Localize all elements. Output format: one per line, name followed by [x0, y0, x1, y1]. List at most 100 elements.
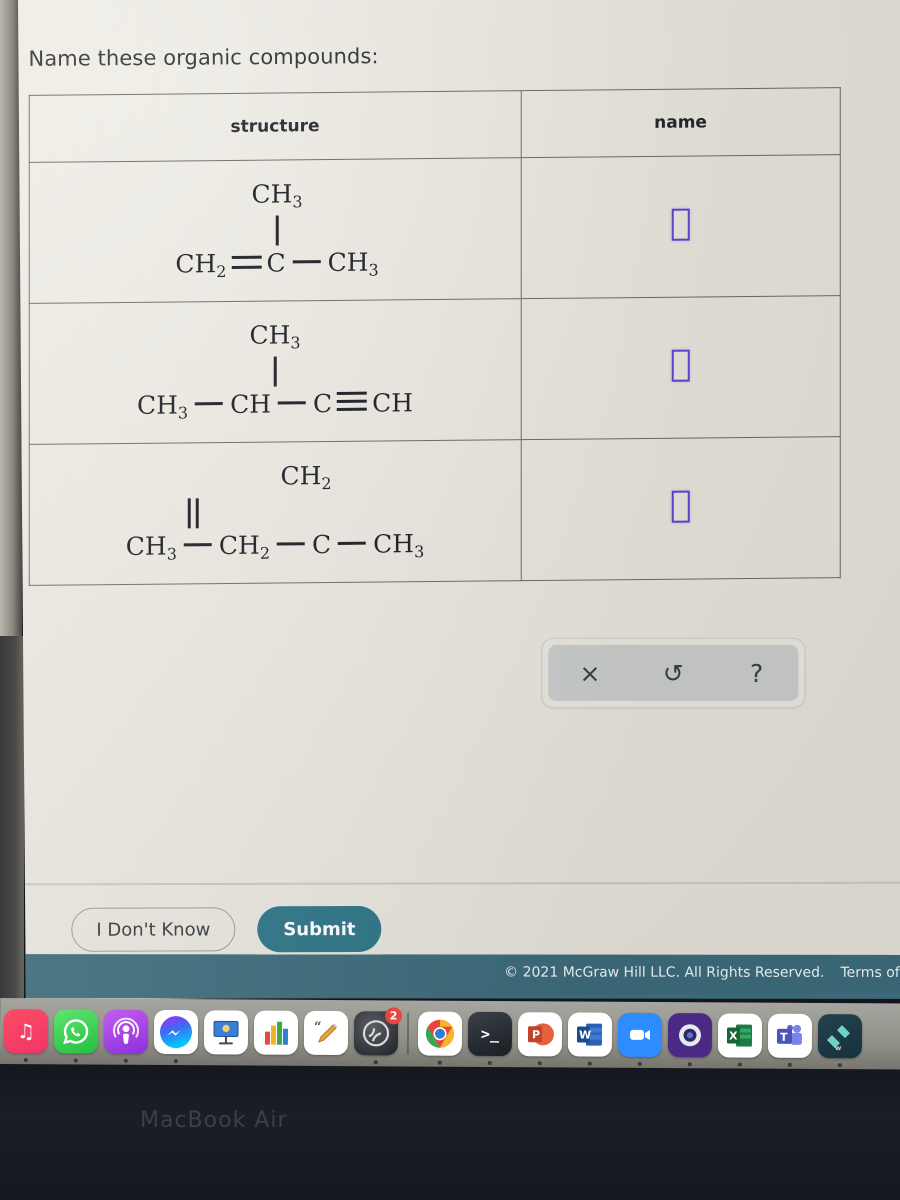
vertical-single-bond-1 [275, 215, 279, 246]
answer-cell-2 [520, 295, 841, 440]
name-input-3[interactable] [671, 490, 690, 523]
svg-text:w: w [835, 1044, 842, 1052]
answer-cell-3 [520, 436, 841, 581]
structure-diagram-3: CH2 CH3 CH2 C CH3 [125, 461, 425, 564]
running-indicator [587, 1061, 592, 1066]
dock-item-podcasts[interactable] [103, 1009, 149, 1063]
svg-text:“: “ [314, 1020, 322, 1035]
svg-text:P: P [532, 1028, 540, 1041]
dock-item-teams[interactable]: T [767, 1013, 813, 1067]
double-bond-icon [231, 255, 262, 269]
running-indicator [73, 1058, 78, 1063]
branch-group-2: CH3 [137, 320, 413, 353]
dock-item-music[interactable]: ♫ [3, 1009, 49, 1063]
running-indicator [437, 1060, 442, 1065]
teams-icon[interactable]: T [767, 1013, 813, 1058]
branch-group-3: CH2 [188, 461, 425, 494]
single-bond-icon [338, 541, 367, 545]
running-indicator [837, 1063, 842, 1068]
dock-item-chrome[interactable] [417, 1011, 463, 1065]
running-indicator [737, 1062, 742, 1067]
branch-sub-2: 3 [290, 333, 301, 353]
single-bond-icon [195, 402, 224, 406]
notification-badge: 2 [385, 1007, 403, 1025]
pages-icon[interactable]: “ [303, 1010, 349, 1056]
obs-icon[interactable] [667, 1013, 713, 1058]
help-icon[interactable]: ? [730, 658, 784, 687]
table-header-row: structure name [29, 87, 841, 163]
running-indicator [123, 1058, 128, 1063]
dock-item-excel[interactable]: X [717, 1013, 763, 1067]
terms-link[interactable]: Terms of [841, 965, 900, 981]
dock-item-keynote[interactable] [203, 1010, 249, 1055]
svg-text:T: T [780, 1031, 788, 1044]
answer-toolbar-inner: × ↺ ? [548, 644, 799, 701]
main-chain-2: CH3 CH C CH [136, 388, 414, 423]
dock-item-messenger[interactable] [153, 1009, 199, 1064]
running-indicator [487, 1060, 492, 1066]
name-input-1[interactable] [671, 208, 690, 241]
dock-item-terminal[interactable]: >_ [467, 1011, 513, 1066]
dock-item-obs[interactable] [667, 1013, 713, 1067]
browser-page: Name these organic compounds: structure … [18, 0, 900, 1000]
numbers-icon[interactable] [253, 1010, 299, 1055]
dock-item-whatsapp[interactable] [53, 1009, 99, 1063]
svg-text:W: W [579, 1029, 591, 1042]
branch-label-3: CH [280, 461, 322, 491]
dock-item-powerpoint[interactable]: P [517, 1012, 563, 1066]
action-bar: I Don't Know Submit [71, 905, 382, 953]
answer-cell-1 [520, 154, 841, 299]
branch-group-1: CH3 [175, 179, 378, 212]
single-bond-icon [292, 260, 321, 264]
dock-item-pages[interactable]: “ [303, 1010, 349, 1056]
laptop-edge-left [0, 636, 24, 1000]
structure-cell-3: CH2 CH3 CH2 C CH3 [29, 439, 521, 586]
keynote-icon[interactable] [203, 1010, 249, 1055]
excel-icon[interactable]: X [717, 1013, 763, 1058]
vertical-single-bond-2 [273, 356, 277, 387]
submit-button[interactable]: Submit [257, 905, 382, 953]
wix-icon[interactable]: w [817, 1013, 863, 1059]
single-bond-icon [278, 401, 307, 405]
powerpoint-icon[interactable]: P [517, 1012, 563, 1057]
copyright-text: © 2021 McGraw Hill LLC. All Rights Reser… [504, 964, 825, 981]
chrome-icon[interactable] [417, 1011, 463, 1056]
macbook-model-label: MacBook Air [140, 1108, 288, 1133]
table-body: CH3 CH2 C CH3 CH3 CH3 CH C CH CH2 CH3 CH… [29, 154, 841, 586]
column-header-structure: structure [29, 90, 521, 163]
dock-item-numbers[interactable] [253, 1010, 299, 1055]
messenger-icon[interactable] [153, 1009, 199, 1055]
whatsapp-icon[interactable] [53, 1009, 99, 1054]
structure-cell-1: CH3 CH2 C CH3 [29, 157, 521, 304]
branch-label-1: CH [251, 179, 293, 209]
undo-icon[interactable]: ↺ [646, 658, 700, 687]
zoom-icon[interactable] [617, 1012, 663, 1058]
main-chain-1: CH2 C CH3 [175, 247, 379, 282]
dock-item-discord[interactable]: 2 [353, 1007, 403, 1065]
action-bar-divider [24, 881, 900, 886]
footer-text-group: © 2021 McGraw Hill LLC. All Rights Reser… [504, 965, 900, 981]
dock-separator [406, 1012, 410, 1055]
word-icon[interactable]: W [567, 1012, 613, 1057]
compounds-table: structure name CH3 CH2 C CH3 CH3 CH3 CH … [29, 87, 841, 586]
dont-know-button[interactable]: I Don't Know [71, 907, 236, 952]
structure-diagram-1: CH3 CH2 C CH3 [175, 179, 379, 282]
main-chain-3: CH3 CH2 C CH3 [125, 529, 425, 564]
dock-item-zoom[interactable] [617, 1012, 663, 1066]
dock-item-word[interactable]: W [567, 1012, 613, 1066]
dock-item-wix[interactable]: w [817, 1013, 863, 1068]
running-indicator [537, 1061, 542, 1066]
answer-toolbar: × ↺ ? [541, 637, 806, 708]
running-indicator [787, 1062, 792, 1067]
structure-cell-2: CH3 CH3 CH C CH [29, 298, 521, 445]
page-title: Name these organic compounds: [28, 44, 379, 71]
branch-sub-3: 2 [321, 474, 332, 494]
podcasts-icon[interactable] [103, 1009, 149, 1054]
clear-icon[interactable]: × [563, 658, 617, 687]
name-input-2[interactable] [671, 349, 690, 382]
music-icon[interactable]: ♫ [3, 1009, 49, 1054]
running-indicator [373, 1060, 378, 1065]
screenshot-root: MacBook Air Name these organic compounds… [0, 0, 900, 1200]
terminal-icon[interactable]: >_ [467, 1011, 513, 1057]
table-row: CH2 CH3 CH2 C CH3 [29, 436, 841, 586]
